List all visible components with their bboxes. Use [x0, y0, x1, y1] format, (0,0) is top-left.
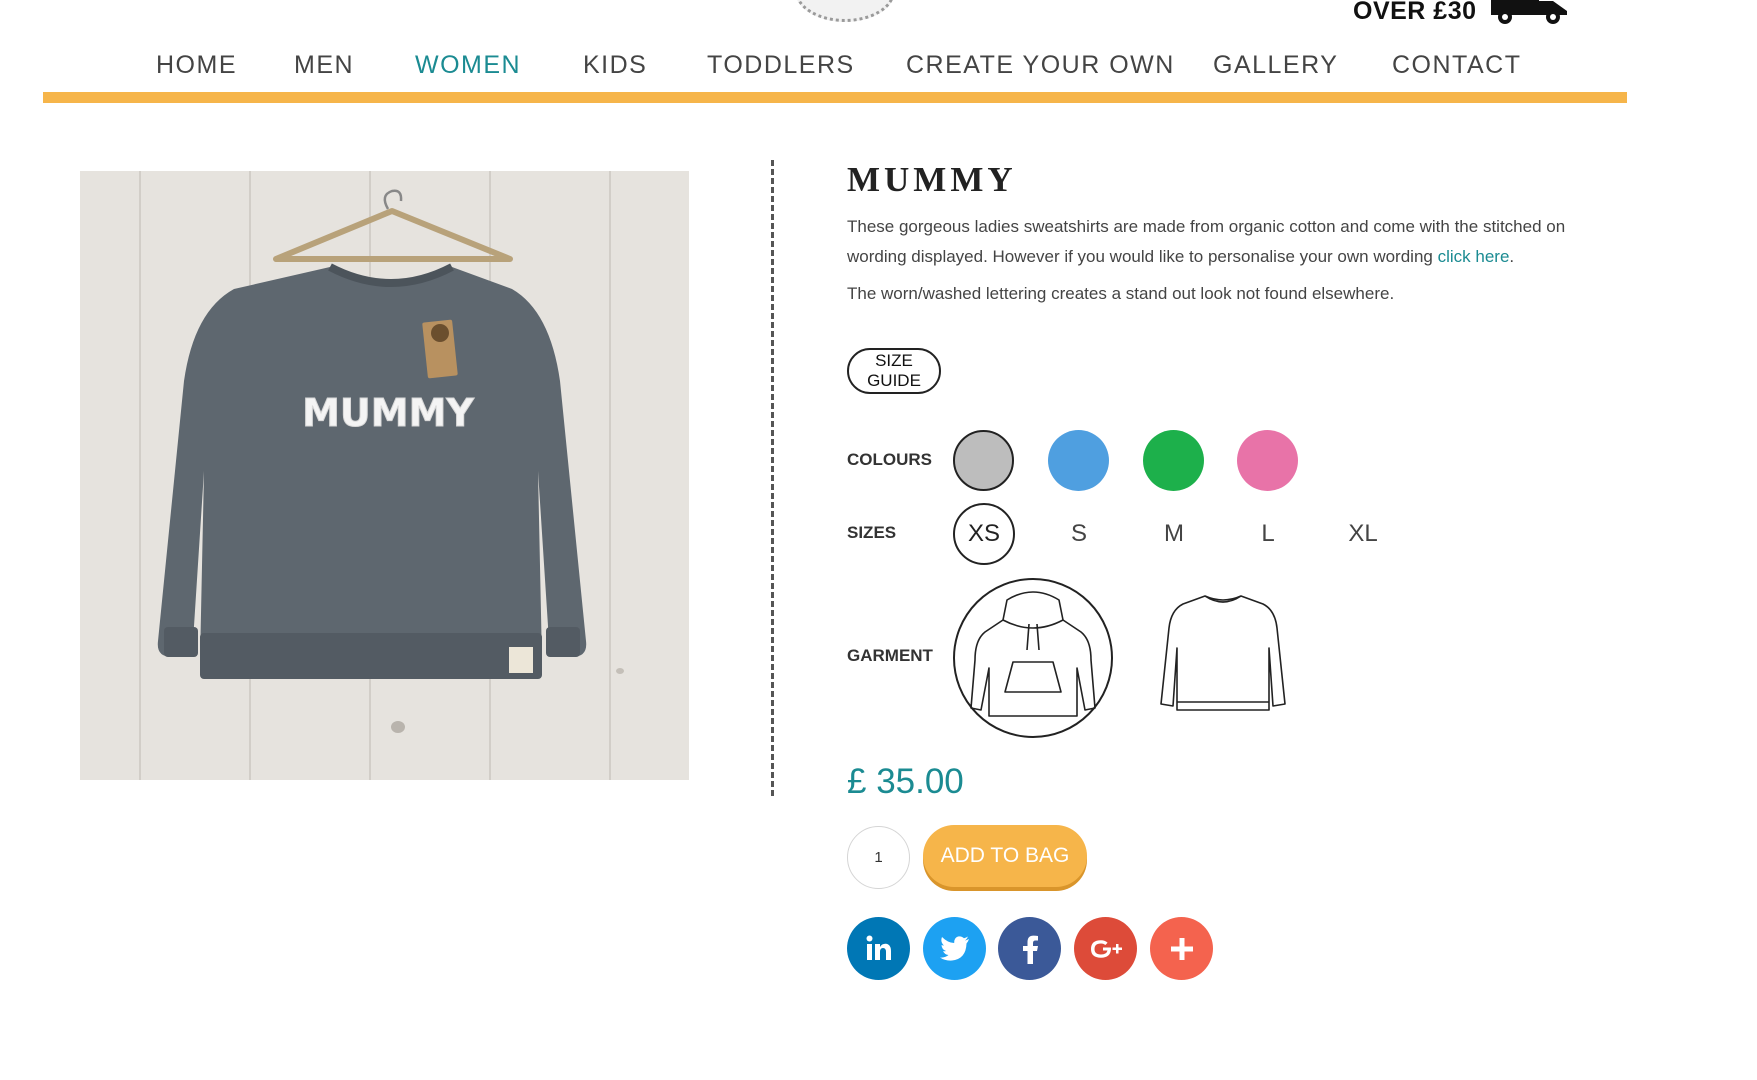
- size-option-s[interactable]: S: [1048, 503, 1110, 565]
- product-photo-drawing: MUMMY: [80, 171, 689, 780]
- nav-item-home[interactable]: HOME: [156, 51, 237, 80]
- colour-swatch-blue[interactable]: [1048, 430, 1109, 491]
- promo-text: OVER £30: [1353, 0, 1477, 25]
- quantity-input[interactable]: [847, 826, 910, 889]
- delivery-truck-icon: [1490, 0, 1567, 24]
- nav-item-women[interactable]: WOMEN: [415, 51, 521, 80]
- share-facebook-button[interactable]: [998, 917, 1061, 980]
- colour-swatch-grey[interactable]: [953, 430, 1014, 491]
- colours-label: COLOURS: [847, 450, 932, 469]
- nav-item-contact[interactable]: CONTACT: [1392, 51, 1521, 80]
- facebook-icon: [1022, 935, 1038, 964]
- google-plus-icon: [1090, 939, 1122, 958]
- add-to-bag-button[interactable]: ADD TO BAG: [923, 825, 1087, 887]
- product-price: £ 35.00: [847, 762, 964, 801]
- nav-item-kids[interactable]: KIDS: [583, 51, 647, 80]
- garment-option-sweatshirt[interactable]: [1145, 578, 1305, 738]
- size-option-xl[interactable]: XL: [1332, 503, 1394, 565]
- product-description-2: The worn/washed lettering creates a stan…: [847, 284, 1395, 303]
- share-linkedin-button[interactable]: [847, 917, 910, 980]
- hoodie-icon: [970, 591, 1096, 717]
- share-more-icon: [1170, 937, 1193, 960]
- main-nav: HOME MEN WOMEN KIDS TODDLERS CREATE YOUR…: [43, 47, 1627, 103]
- description-period: .: [1509, 247, 1515, 266]
- nav-item-toddlers[interactable]: TODDLERS: [707, 51, 855, 80]
- size-option-xs[interactable]: XS: [953, 503, 1015, 565]
- share-google-plus-button[interactable]: [1074, 917, 1137, 980]
- site-logo[interactable]: [795, 0, 895, 22]
- sizes-label: SIZES: [847, 523, 897, 542]
- linkedin-icon: [866, 935, 891, 960]
- colour-swatch-green[interactable]: [1143, 430, 1204, 491]
- product-title: MUMMY: [847, 160, 1017, 199]
- section-divider: [771, 160, 774, 796]
- sweatshirt-icon: [1160, 595, 1286, 711]
- nav-item-gallery[interactable]: GALLERY: [1213, 51, 1338, 80]
- garment-option-hoodie[interactable]: [953, 578, 1113, 738]
- product-description: These gorgeous ladies sweatshirts are ma…: [847, 212, 1607, 272]
- share-twitter-button[interactable]: [923, 917, 986, 980]
- nav-item-create-your-own[interactable]: CREATE YOUR OWN: [906, 51, 1175, 80]
- size-option-m[interactable]: M: [1143, 503, 1205, 565]
- free-delivery-promo: OVER £30: [1353, 0, 1571, 26]
- size-guide-button[interactable]: SIZE GUIDE: [847, 348, 941, 394]
- share-more-button[interactable]: [1150, 917, 1213, 980]
- personalise-link[interactable]: click here: [1438, 247, 1510, 266]
- garment-label: GARMENT: [847, 646, 933, 665]
- colour-swatch-pink[interactable]: [1237, 430, 1298, 491]
- size-option-l[interactable]: L: [1237, 503, 1299, 565]
- twitter-icon: [939, 935, 969, 961]
- nav-item-men[interactable]: MEN: [294, 51, 354, 80]
- product-image[interactable]: MUMMY: [80, 171, 689, 780]
- product-image-print: MUMMY: [302, 391, 474, 435]
